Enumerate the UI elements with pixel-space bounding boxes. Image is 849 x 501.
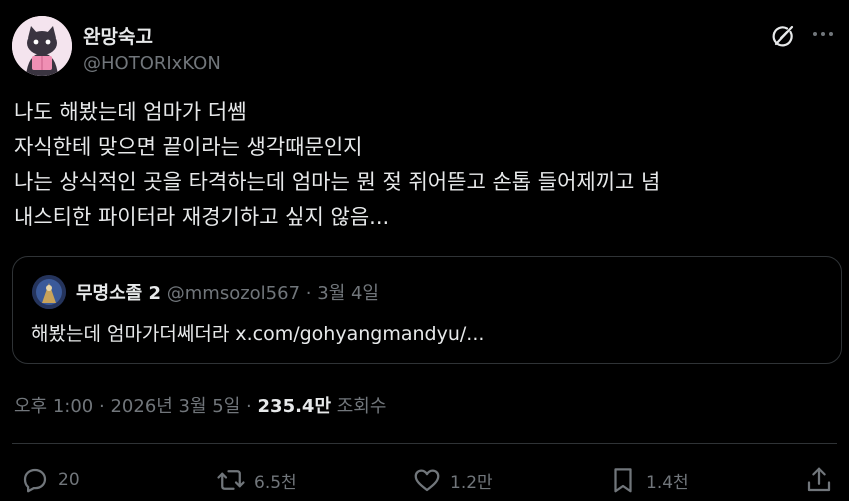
quote-separator: · (305, 283, 312, 304)
tweet-line: 나는 상식적인 곳을 타격하는데 엄마는 뭔 젖 쥐어뜯고 손톱 들어제끼고 념 (14, 170, 661, 194)
author-handle[interactable]: @HOTORIxKON (83, 53, 221, 74)
grok-icon[interactable] (769, 22, 797, 50)
bookmark-button[interactable]: 1.4천 (608, 464, 689, 496)
avatar[interactable] (12, 16, 72, 76)
tweet-date[interactable]: 2026년 3월 5일 (110, 396, 240, 417)
like-icon (414, 469, 440, 492)
quote-text: 해봤는데 엄마가더쎄더라 x.com/gohyangmandyu/... (31, 323, 485, 345)
tweet-time[interactable]: 오후 1:00 (14, 396, 93, 417)
divider (12, 443, 837, 444)
share-icon (807, 467, 831, 492)
reply-button[interactable]: 20 (20, 464, 80, 496)
repost-count: 6.5천 (254, 472, 297, 493)
views-label: 조회수 (336, 396, 387, 417)
quoted-tweet[interactable]: 무명소졸 2 @mmsozol567 · 3월 4일 해봤는데 엄마가더쎄더라 … (12, 256, 842, 364)
reply-icon (23, 468, 47, 493)
quote-header: 무명소졸 2 @mmsozol567 · 3월 4일 (76, 279, 379, 305)
more-icon[interactable] (809, 20, 837, 48)
tweet-line: 내스티한 파이터라 재경기하고 싶지 않음... (14, 205, 390, 229)
quote-author-name[interactable]: 무명소졸 2 (76, 283, 161, 304)
like-button[interactable]: 1.2만 (412, 464, 493, 496)
bookmark-icon (614, 468, 632, 493)
tweet-meta: 오후 1:00 · 2026년 3월 5일 · 235.4만 조회수 (14, 392, 386, 418)
repost-button[interactable]: 6.5천 (216, 464, 297, 496)
meta-separator: · (246, 396, 252, 417)
reply-count: 20 (58, 470, 80, 490)
tweet-header: 완망숙고 @HOTORIxKON (12, 16, 837, 80)
action-bar: 20 6.5천 1.2만 1.4천 (0, 460, 849, 500)
tweet-text: 나도 해봤는데 엄마가 더쎔 자식한테 맞으면 끝이라는 생각때문인지 나는 상… (14, 95, 834, 235)
quote-author-handle[interactable]: @mmsozol567 (167, 283, 300, 304)
repost-icon (217, 470, 245, 490)
share-button[interactable] (804, 464, 834, 496)
author-name[interactable]: 완망숙고 (83, 22, 153, 49)
views-count[interactable]: 235.4만 (258, 396, 332, 417)
like-count: 1.2만 (450, 472, 493, 493)
meta-separator: · (99, 396, 105, 417)
tweet-line: 자식한테 맞으면 끝이라는 생각때문인지 (14, 135, 363, 159)
bookmark-count: 1.4천 (646, 472, 689, 493)
tweet-line: 나도 해봤는데 엄마가 더쎔 (14, 100, 247, 124)
quote-date[interactable]: 3월 4일 (317, 283, 379, 304)
quote-avatar[interactable] (32, 275, 66, 309)
